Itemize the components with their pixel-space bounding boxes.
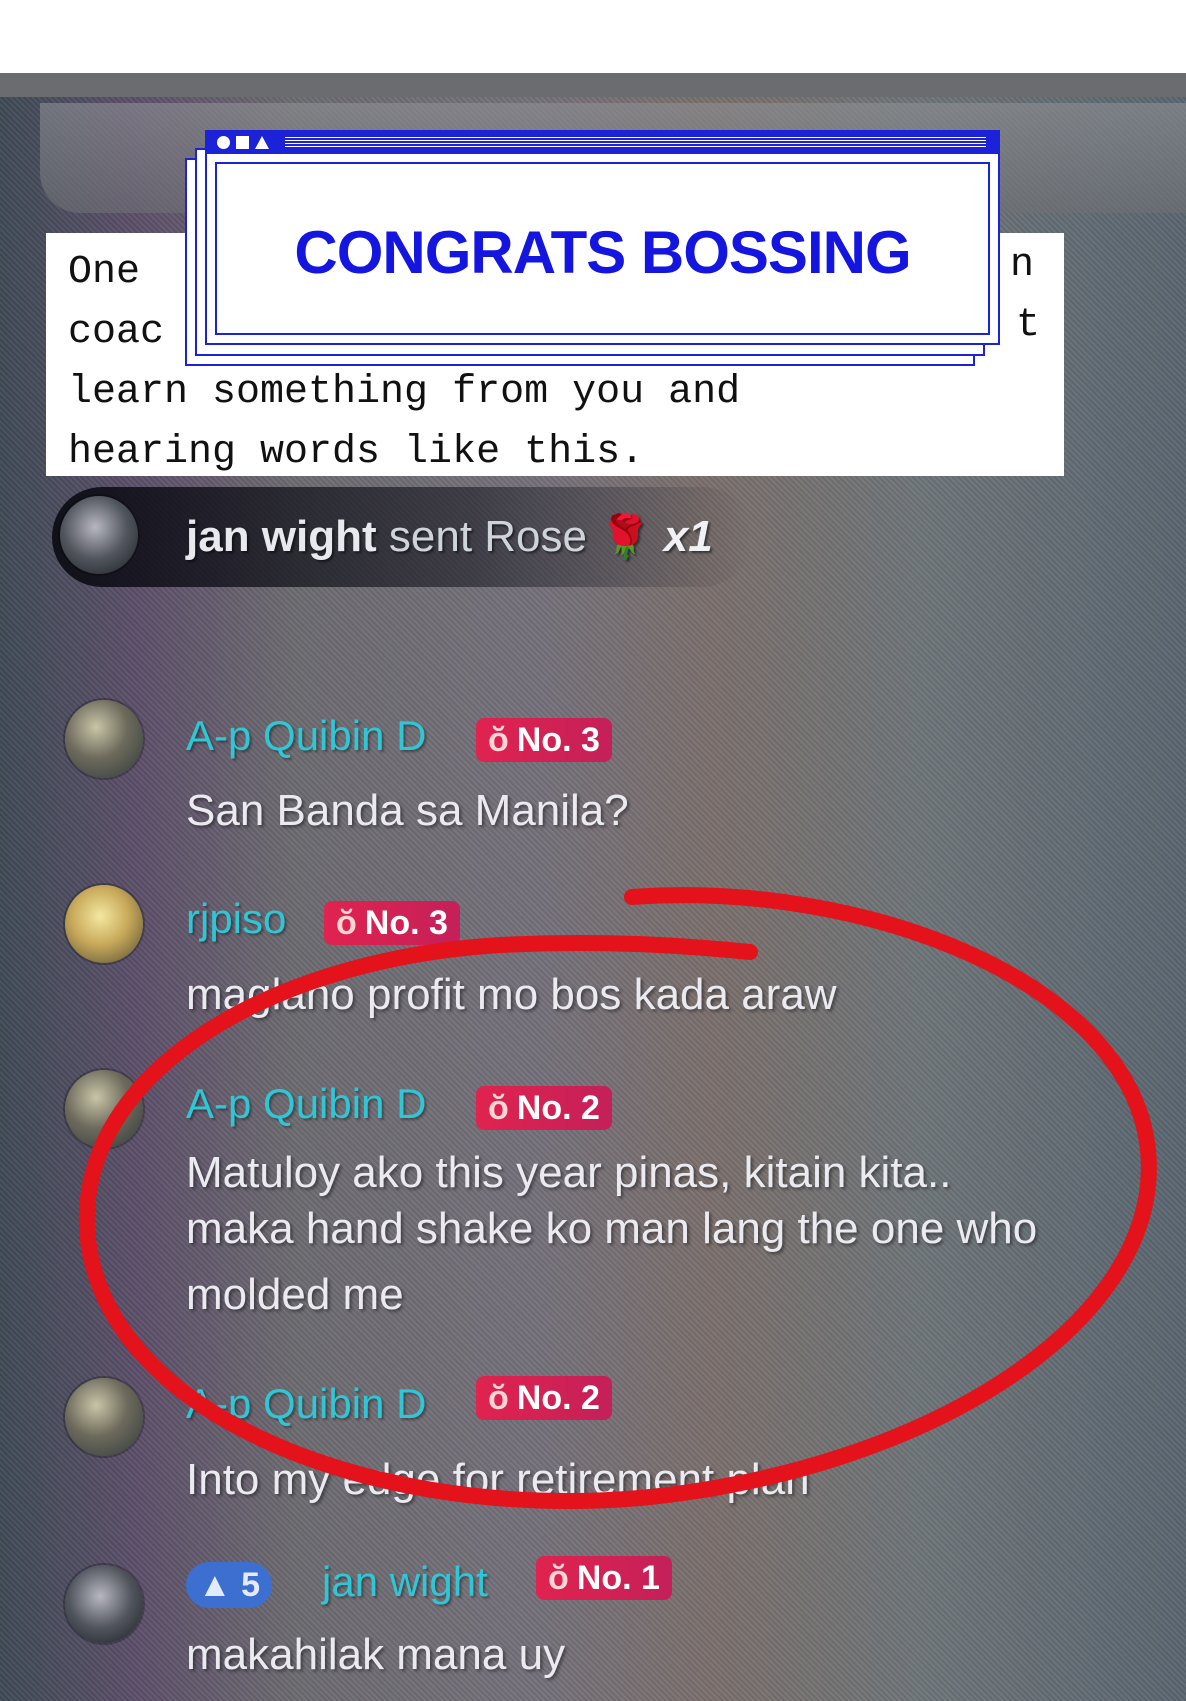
red-annotation-circle xyxy=(78,887,1157,1509)
